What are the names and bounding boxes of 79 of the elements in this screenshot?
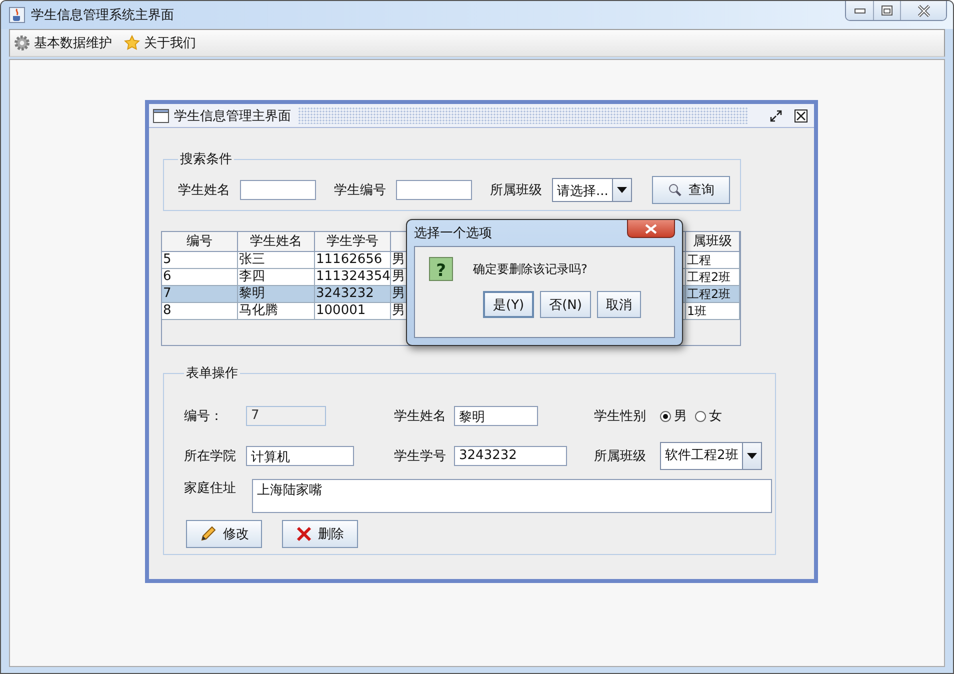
table-cell: 张三 bbox=[239, 252, 265, 267]
search-button[interactable]: 查询 bbox=[652, 176, 730, 204]
dialog-button[interactable]: 是(Y) bbox=[483, 291, 534, 318]
close-icon[interactable] bbox=[794, 108, 808, 122]
dialog-message: 确定要删除该记录吗? bbox=[473, 260, 588, 278]
table-cell: 黎明 bbox=[239, 286, 265, 301]
table-cell: 男 bbox=[392, 286, 405, 301]
close-icon bbox=[916, 4, 930, 16]
column-header[interactable]: 学生学号 bbox=[315, 232, 391, 252]
gear-icon bbox=[14, 35, 30, 51]
table-cell: 6 bbox=[163, 269, 172, 284]
gender-radio[interactable]: 女 bbox=[695, 407, 722, 425]
table-cell: 1班 bbox=[687, 304, 707, 318]
field-label: 所属班级 bbox=[490, 182, 542, 199]
maximize-button[interactable] bbox=[873, 1, 900, 20]
search-icon bbox=[668, 183, 682, 197]
internal-window-title: 学生信息管理主界面 bbox=[174, 108, 291, 124]
field-label: 所在学院 bbox=[184, 448, 237, 465]
table-cell: 李四 bbox=[239, 269, 265, 284]
field-label: 学生学号 bbox=[394, 448, 447, 465]
table-cell: 8 bbox=[163, 303, 172, 318]
cup-icon bbox=[9, 7, 25, 23]
column-header[interactable]: 编号 bbox=[162, 232, 238, 252]
close-button[interactable] bbox=[627, 220, 675, 238]
menu-item[interactable]: 关于我们 bbox=[124, 34, 196, 52]
table-cell: 工程2班 bbox=[687, 287, 731, 301]
table-cell: 工程2班 bbox=[687, 270, 731, 284]
restore-icon[interactable] bbox=[769, 108, 783, 122]
text-field[interactable] bbox=[240, 180, 316, 200]
close-icon bbox=[645, 224, 657, 234]
table-cell: 11162656 bbox=[316, 252, 382, 267]
table-cell: 5 bbox=[163, 252, 172, 267]
dialog-button[interactable]: 取消 bbox=[596, 291, 641, 318]
text-field[interactable]: 3243232 bbox=[454, 446, 567, 466]
column-header[interactable]: 属班级 bbox=[686, 232, 740, 252]
window-icon bbox=[153, 108, 169, 122]
field-label: 学生编号 bbox=[334, 182, 386, 199]
gender-radio[interactable]: 男 bbox=[660, 407, 687, 425]
text-field[interactable] bbox=[396, 180, 472, 200]
field-label: 学生性别 bbox=[594, 408, 647, 425]
cross-icon bbox=[296, 526, 312, 542]
table-cell: 100001 bbox=[316, 303, 366, 318]
minimize-icon bbox=[854, 8, 866, 14]
class-dropdown[interactable]: 软件工程2班 bbox=[660, 442, 762, 470]
class-dropdown[interactable]: 请选择... bbox=[552, 178, 632, 202]
caret-icon bbox=[747, 453, 758, 459]
caret-icon bbox=[617, 187, 628, 193]
table-cell: 3243232 bbox=[316, 286, 374, 301]
field-label: 学生姓名 bbox=[394, 408, 447, 425]
edit-button[interactable]: 修改 bbox=[186, 520, 262, 548]
table-cell: 男 bbox=[392, 269, 405, 284]
field-label: 学生姓名 bbox=[178, 182, 230, 199]
group-title: 搜索条件 bbox=[179, 151, 233, 168]
delete-button[interactable]: 删除 bbox=[282, 520, 358, 548]
table-cell: 工程 bbox=[687, 253, 711, 267]
address-textarea[interactable]: 上海陆家嘴 bbox=[252, 479, 772, 513]
table-cell: 7 bbox=[163, 286, 172, 301]
close-button[interactable] bbox=[900, 1, 946, 20]
minimize-button[interactable] bbox=[846, 1, 873, 20]
question-icon: ? bbox=[429, 257, 453, 281]
dialog-button[interactable]: 否(N) bbox=[540, 291, 591, 318]
text-field[interactable]: 计算机 bbox=[246, 446, 354, 466]
table-cell: 马化腾 bbox=[239, 303, 278, 318]
window-title: 学生信息管理系统主界面 bbox=[31, 7, 174, 24]
pencil-icon bbox=[199, 525, 217, 543]
maximize-icon bbox=[881, 5, 893, 16]
field-label: 家庭住址 bbox=[184, 480, 237, 497]
readonly-field: 7 bbox=[246, 406, 326, 426]
table-cell: 男 bbox=[392, 303, 405, 318]
star-icon bbox=[124, 35, 140, 51]
menu-item[interactable]: 基本数据维护 bbox=[14, 34, 112, 52]
dialog-title: 选择一个选项 bbox=[414, 225, 492, 242]
column-header[interactable]: 学生姓名 bbox=[238, 232, 315, 252]
group-title: 表单操作 bbox=[185, 365, 239, 382]
field-label: 所属班级 bbox=[594, 448, 647, 465]
field-label: 编号： bbox=[184, 408, 224, 425]
text-field[interactable]: 黎明 bbox=[454, 406, 538, 426]
table-cell: 111324354 bbox=[316, 269, 390, 284]
table-cell: 男 bbox=[392, 252, 405, 267]
